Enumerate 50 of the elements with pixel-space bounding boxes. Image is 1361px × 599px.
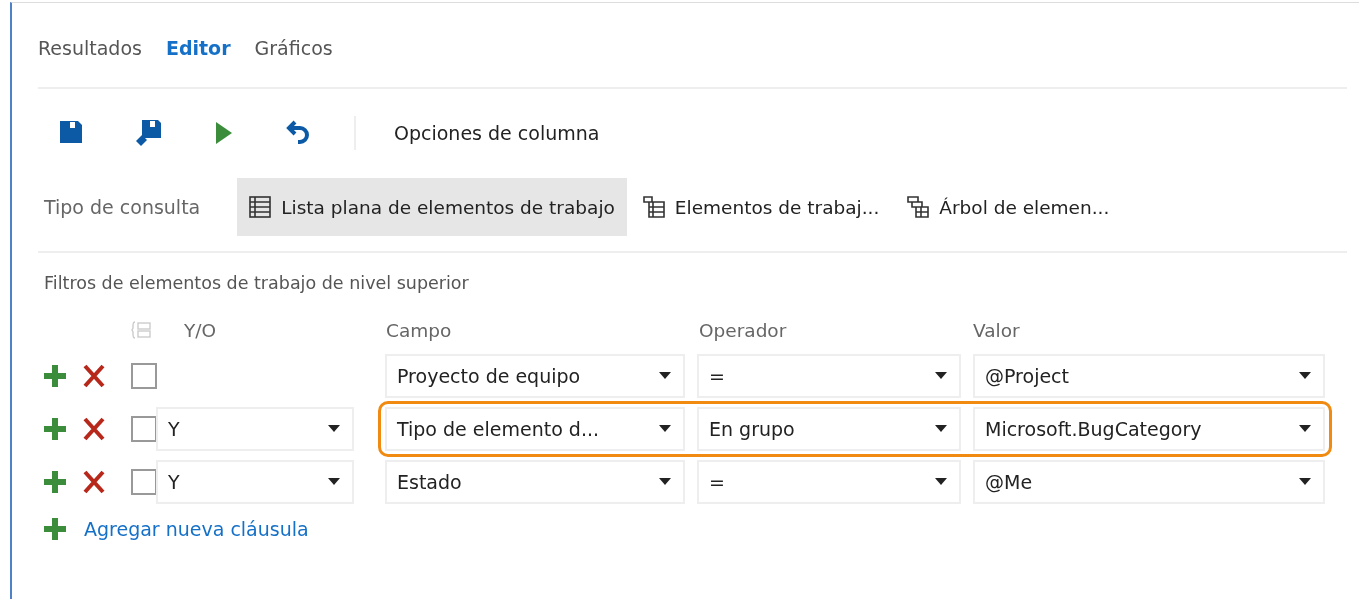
column-header: Valor [973,319,1020,341]
dropdown[interactable]: En grupo [697,406,961,451]
filters-title: Filtros de elementos de trabajo de nivel superior [44,273,470,293]
list-icon [249,196,272,218]
list-icon [642,196,665,218]
query-type-option[interactable]: Árbol de elemen... [895,178,1122,236]
column-header: Campo [386,319,453,341]
column-options-button[interactable]: Opciones de columna [394,122,600,144]
column-header: Operador [699,319,788,341]
caret-icon [1299,425,1311,432]
dropdown[interactable]: Proyecto de equipo [385,353,685,398]
dropdown[interactable]: @Me [973,459,1325,504]
tab[interactable]: Editor [165,37,231,59]
column-header: Y/O [183,319,218,341]
caret-icon [328,478,340,485]
add-icon[interactable] [44,417,66,440]
query-type-option[interactable]: Elementos de trabaj... [630,178,892,236]
dropdown[interactable]: Tipo de elemento d... [385,406,685,451]
tree-list-icon [907,196,930,218]
checkbox[interactable] [131,468,157,495]
dropdown[interactable]: Y [156,406,354,451]
caret-icon [1299,372,1311,379]
checkbox[interactable] [131,415,157,442]
delete-icon[interactable] [82,363,106,388]
add-clause-link[interactable]: Agregar nueva cláusula [84,518,309,540]
caret-icon [935,425,947,432]
delete-icon[interactable] [82,416,106,441]
query-type-option[interactable]: Lista plana de elementos de trabajo [237,178,627,236]
dropdown[interactable]: @Project [973,353,1325,398]
caret-icon [659,425,671,432]
caret-icon [328,425,340,432]
tab[interactable]: Resultados [38,37,142,59]
delete-icon[interactable] [82,469,106,494]
save-icon[interactable] [134,119,162,147]
dropdown[interactable]: Estado [385,459,685,504]
dropdown[interactable]: Y [156,459,354,504]
caret-icon [659,372,671,379]
caret-icon [935,372,947,379]
caret-icon [935,478,947,485]
dropdown[interactable]: Microsoft.BugCategory [973,406,1325,451]
dropdown[interactable]: = [697,353,961,398]
add-icon[interactable] [44,364,66,387]
add-icon[interactable] [44,518,66,540]
dropdown[interactable]: = [697,459,961,504]
caret-icon [659,478,671,485]
tab[interactable]: Gráficos [254,37,333,59]
checkbox[interactable] [131,362,157,389]
add-icon[interactable] [44,470,66,493]
query-type-label: Tipo de consulta [44,196,201,218]
caret-icon [1299,478,1311,485]
